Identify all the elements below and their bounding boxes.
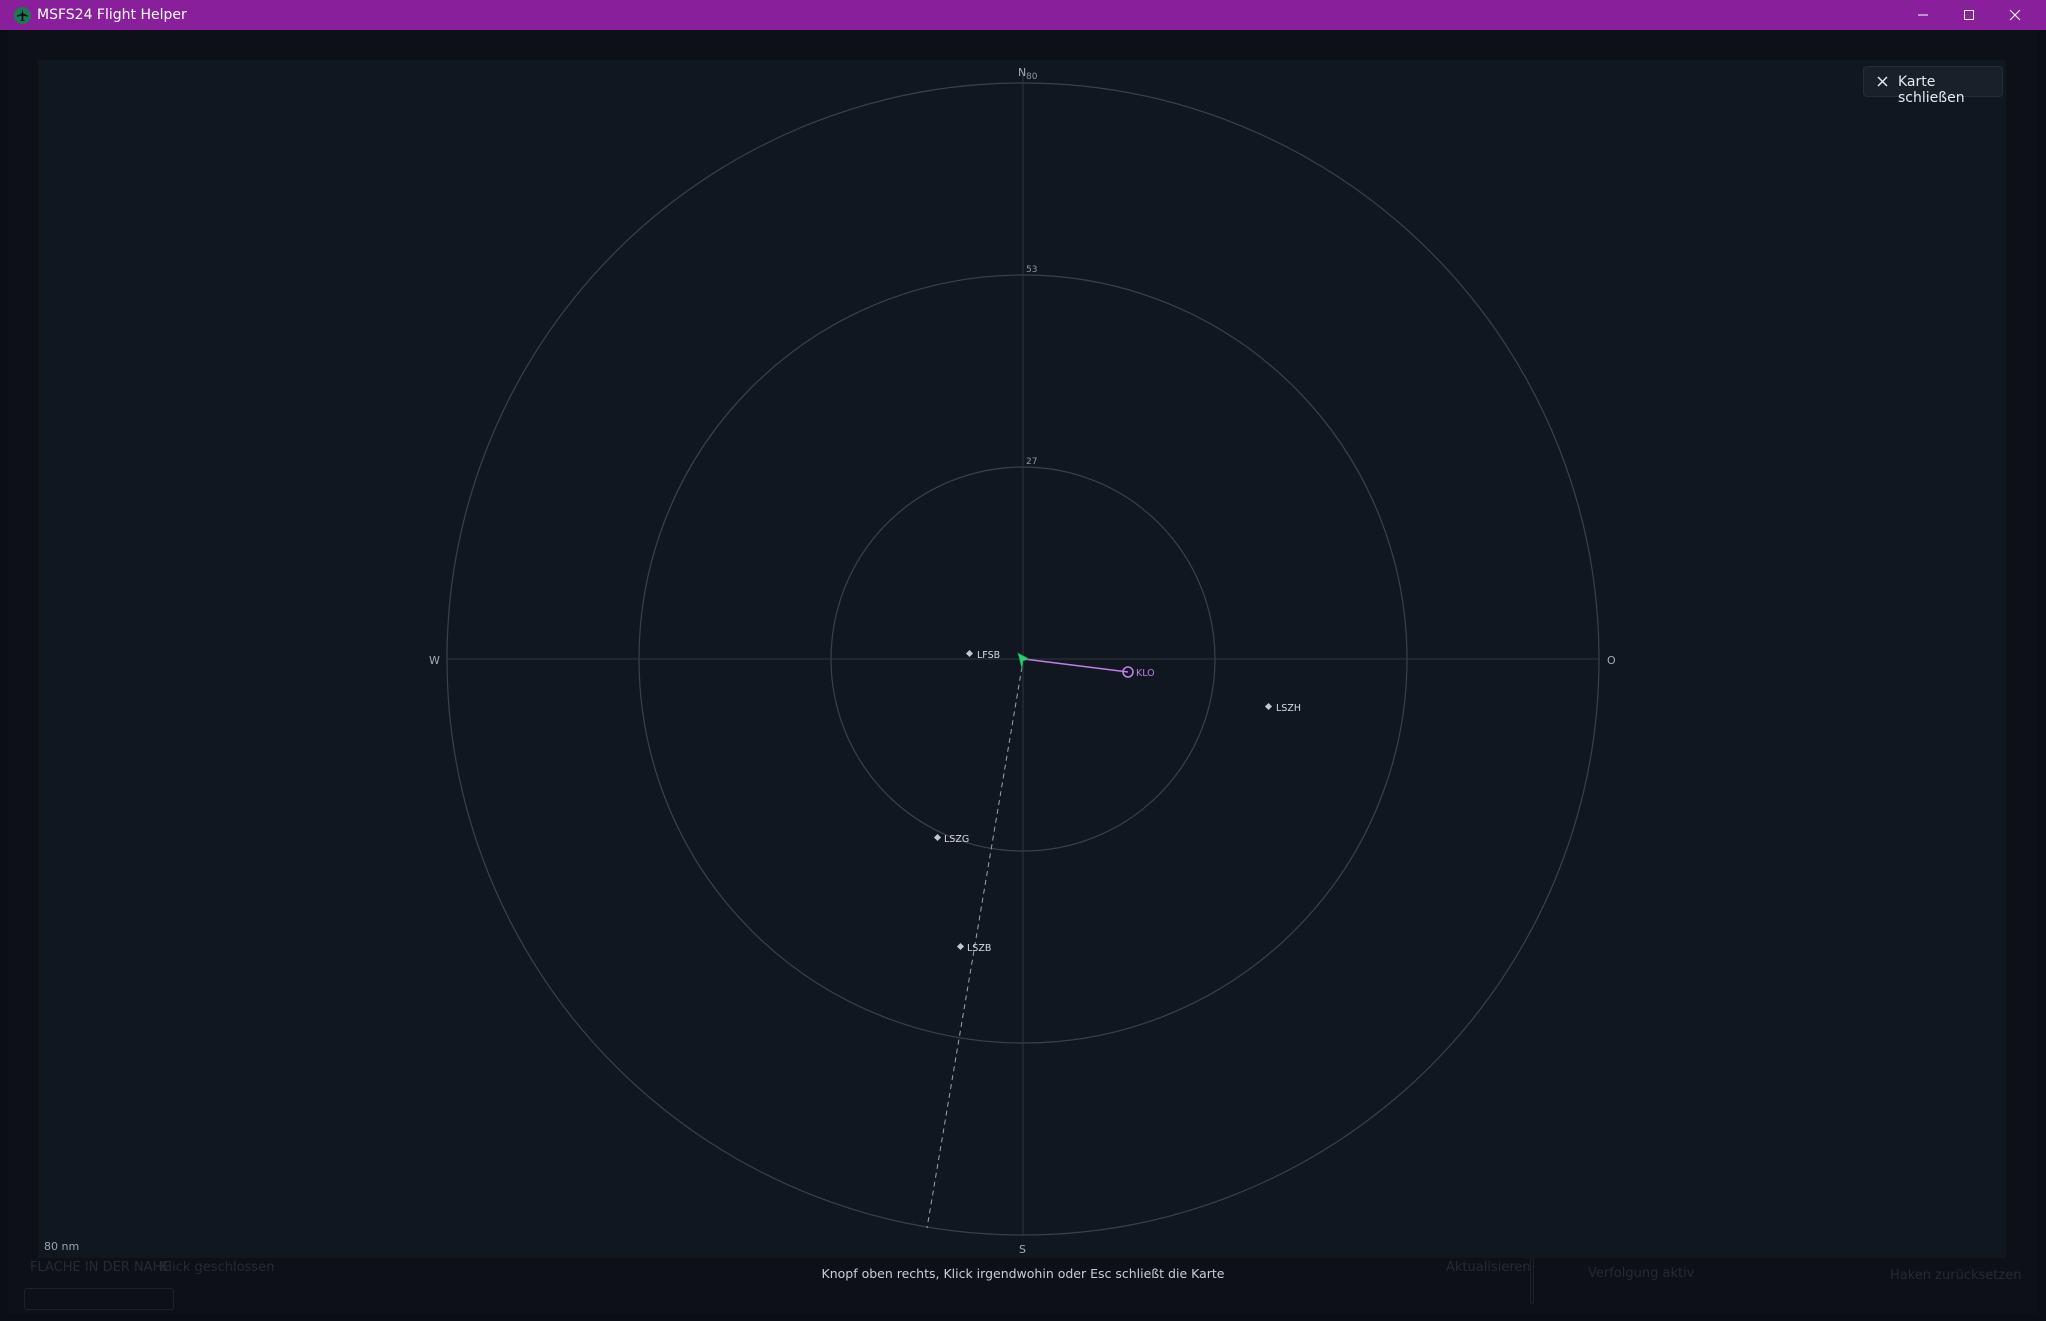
airport-label: LSZB (967, 943, 991, 954)
ring-label-27: 27 (1026, 457, 1037, 467)
waypoint-label: KLO (1136, 668, 1155, 679)
airport-label: LSZH (1276, 703, 1301, 714)
airport-marker-icon (933, 833, 942, 842)
map-hint: Knopf oben rechts, Klick irgendwohin ode… (821, 1266, 1225, 1281)
airport-marker-icon (965, 649, 974, 658)
radar-map: 27 53 80 N S W O LFSB LSZH LSZG LSZB KLO (429, 66, 1616, 1256)
airport-lszb[interactable]: LSZB (956, 942, 991, 954)
ring-label-80: 80 (1026, 72, 1038, 82)
close-map-button[interactable]: Karte schließen (1863, 66, 2003, 106)
scale-label: 80 nm (44, 1240, 80, 1253)
airport-marker-icon (956, 942, 965, 951)
ring-label-53: 53 (1026, 265, 1037, 275)
compass-east: O (1607, 654, 1616, 667)
app-window: MSFS24 Flight Helper FLACHE IN DER NAHE … (0, 0, 2046, 1321)
close-icon (1877, 76, 1888, 87)
airport-label: LFSB (977, 650, 1000, 661)
airport-label: LSZG (944, 834, 969, 845)
route-leg (1023, 658, 1129, 673)
compass-north: N (1018, 66, 1026, 79)
waypoint-klo[interactable]: KLO (1122, 666, 1155, 679)
compass-west: W (429, 654, 440, 667)
airport-lszg[interactable]: LSZG (933, 833, 969, 845)
compass-south: S (1019, 1243, 1026, 1256)
airport-lszh[interactable]: LSZH (1264, 702, 1301, 714)
airport-marker-icon (1264, 702, 1273, 711)
close-map-label: Karte schließen (1898, 74, 1965, 106)
